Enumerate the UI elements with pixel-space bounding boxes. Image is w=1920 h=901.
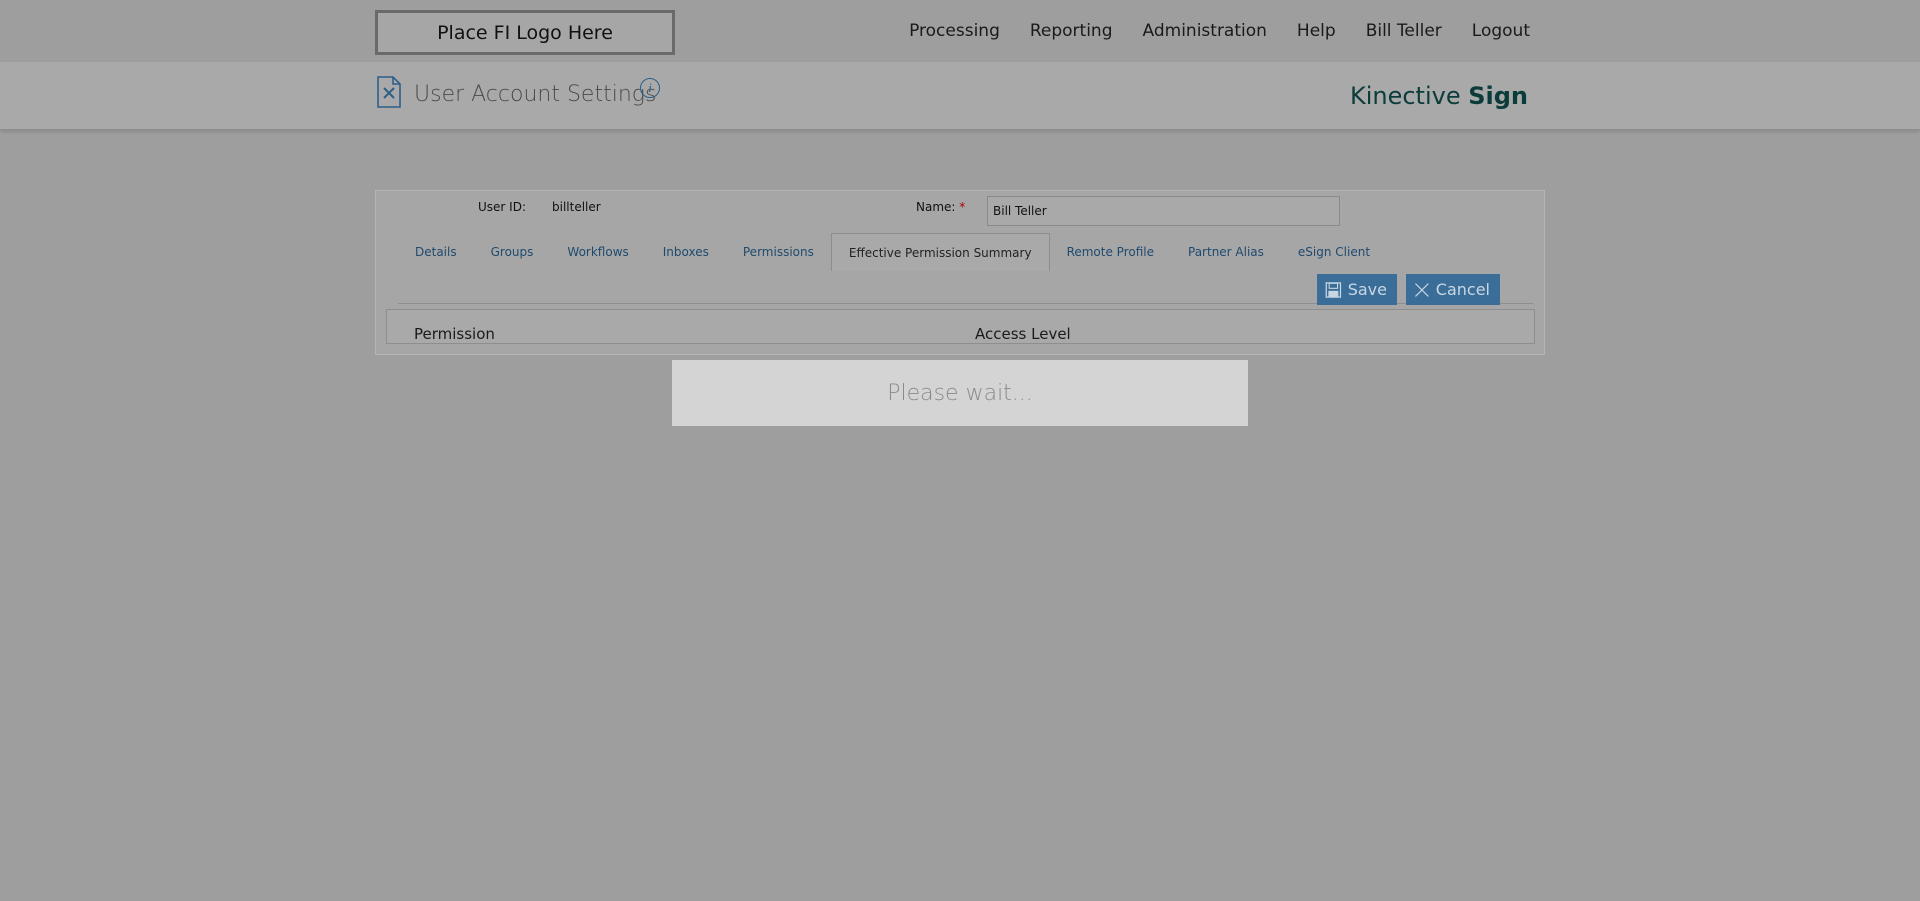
required-marker: * (959, 200, 966, 214)
nav-administration[interactable]: Administration (1143, 21, 1267, 41)
tab-partner-alias[interactable]: Partner Alias (1171, 233, 1281, 271)
page-title: User Account Settings (414, 82, 657, 107)
nav-logout[interactable]: Logout (1472, 21, 1530, 41)
brand-text-light: Kinective (1349, 82, 1469, 110)
top-header: Place FI Logo Here Processing Reporting … (0, 0, 1920, 62)
top-nav: Processing Reporting Administration Help… (879, 21, 1530, 41)
nav-help[interactable]: Help (1297, 21, 1336, 41)
tab-groups[interactable]: Groups (474, 233, 551, 271)
info-icon[interactable]: i (640, 78, 660, 98)
user-account-panel: User ID: billteller Name: * Details Grou… (375, 190, 1545, 355)
column-header-permission[interactable]: Permission (414, 325, 495, 343)
column-header-access-level[interactable]: Access Level (975, 325, 1071, 343)
tab-bar: Details Groups Workflows Inboxes Permiss… (398, 231, 1387, 271)
tab-esign-client[interactable]: eSign Client (1281, 233, 1387, 271)
save-icon (1325, 281, 1342, 298)
user-id-value: billteller (552, 200, 601, 214)
name-field[interactable] (987, 196, 1340, 226)
tab-remote-profile[interactable]: Remote Profile (1050, 233, 1171, 271)
close-icon (1415, 282, 1429, 297)
name-label-text: Name: (916, 200, 956, 214)
cancel-button-label: Cancel (1435, 280, 1490, 299)
name-label: Name: * (916, 200, 965, 214)
fi-logo-placeholder[interactable]: Place FI Logo Here (375, 10, 675, 55)
tab-details[interactable]: Details (398, 233, 474, 271)
tab-effective-permission-summary[interactable]: Effective Permission Summary (830, 233, 1050, 271)
tab-inboxes[interactable]: Inboxes (646, 233, 726, 271)
save-button-label: Save (1347, 280, 1387, 299)
tab-permissions[interactable]: Permissions (726, 233, 831, 271)
nav-user-menu[interactable]: Bill Teller (1366, 21, 1442, 41)
nav-reporting[interactable]: Reporting (1030, 21, 1113, 41)
cancel-button[interactable]: Cancel (1406, 274, 1500, 305)
permission-grid-header: Permission Access Level (386, 309, 1535, 344)
page-title-bar: User Account Settings i Kinective Sign (0, 62, 1920, 130)
tab-workflows[interactable]: Workflows (550, 233, 645, 271)
brand-text-bold: Sign (1468, 82, 1528, 110)
document-settings-icon (377, 76, 401, 108)
save-button[interactable]: Save (1317, 274, 1397, 305)
nav-processing[interactable]: Processing (909, 21, 1000, 41)
brand-logo: Kinective Sign (1350, 82, 1528, 110)
user-id-label: User ID: (478, 200, 526, 214)
please-wait-dialog: Please wait... (672, 360, 1248, 426)
